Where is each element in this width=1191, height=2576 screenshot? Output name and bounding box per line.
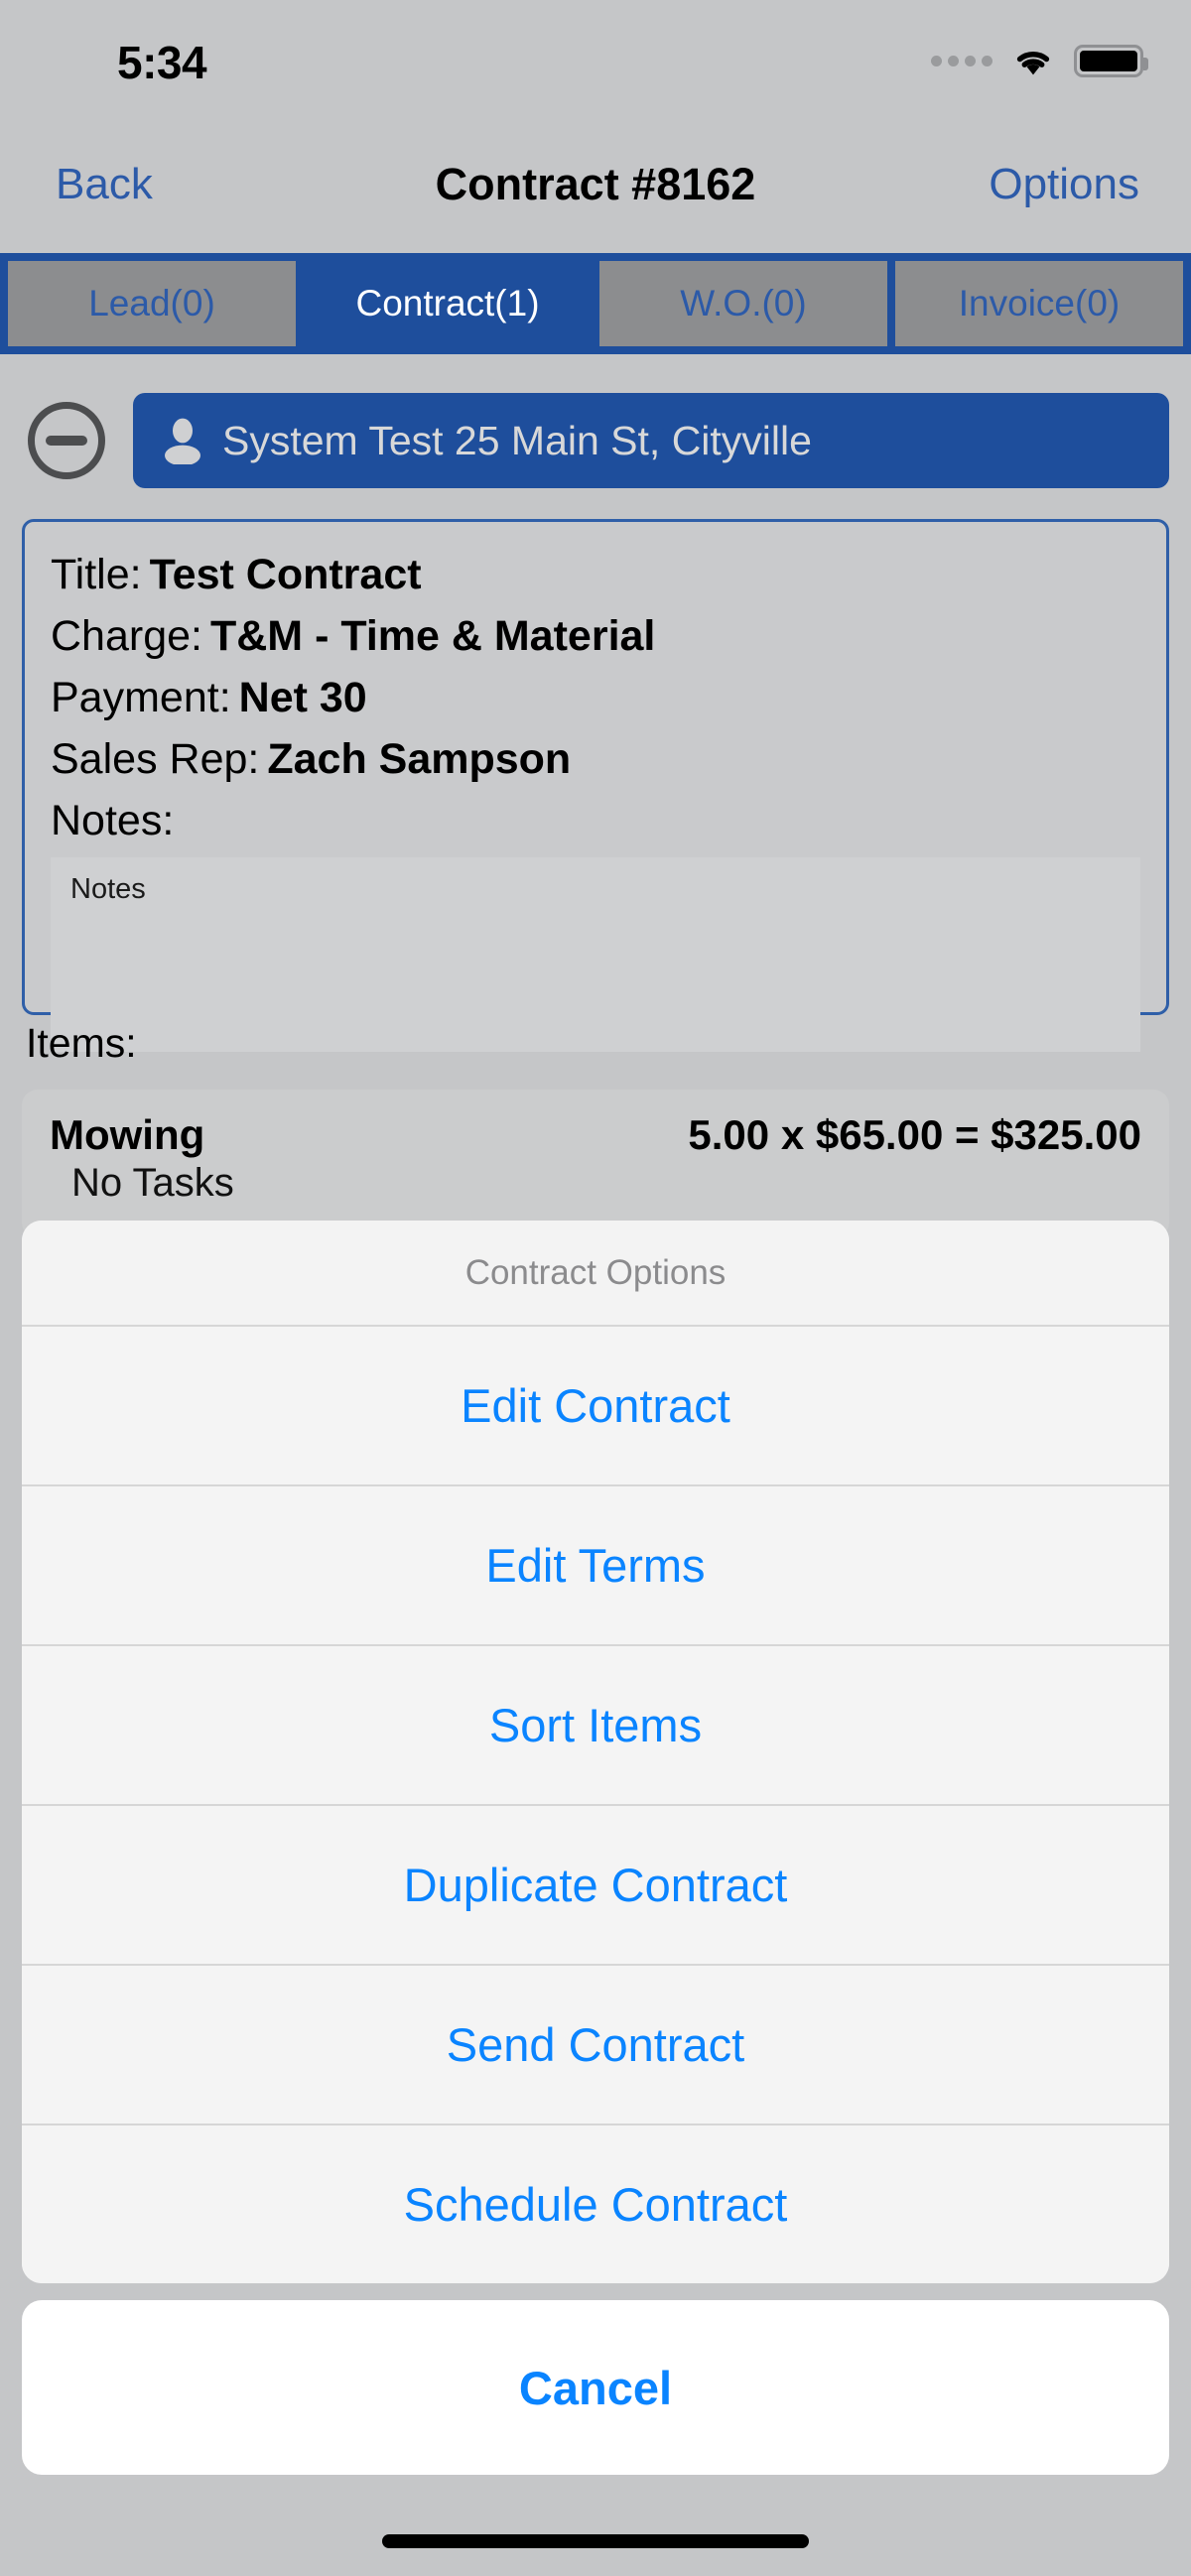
item-tasks-status: No Tasks xyxy=(71,1161,234,1205)
action-sheet-header: Contract Options xyxy=(22,1221,1169,1325)
customer-row: System Test 25 Main St, Cityville xyxy=(0,385,1191,496)
items-section-label: Items: xyxy=(26,1020,137,1066)
wifi-icon xyxy=(1016,52,1050,75)
item-list-row[interactable]: Mowing 5.00 x $65.00 = $325.00 No Tasks xyxy=(22,1090,1169,1238)
tab-invoice[interactable]: Invoice(0) xyxy=(895,261,1183,346)
action-send-contract[interactable]: Send Contract xyxy=(22,1964,1169,2124)
tab-work-order[interactable]: W.O.(0) xyxy=(599,261,887,346)
action-edit-contract[interactable]: Edit Contract xyxy=(22,1325,1169,1484)
options-button[interactable]: Options xyxy=(989,160,1139,209)
action-duplicate-contract[interactable]: Duplicate Contract xyxy=(22,1804,1169,1964)
action-sheet-title: Contract Options xyxy=(464,1252,727,1292)
detail-charge-row: Charge: T&M - Time & Material xyxy=(51,605,1140,667)
tab-lead[interactable]: Lead(0) xyxy=(8,261,296,346)
action-duplicate-contract-label: Duplicate Contract xyxy=(403,1859,788,1911)
detail-sales-rep-row: Sales Rep: Zach Sampson xyxy=(51,728,1140,790)
battery-full-icon xyxy=(1074,44,1148,77)
action-schedule-contract-label: Schedule Contract xyxy=(403,2178,788,2231)
contract-detail-card: Title: Test Contract Charge: T&M - Time & … xyxy=(22,519,1169,1052)
action-send-contract-label: Send Contract xyxy=(446,2018,745,2071)
segmented-tab-bar: Lead(0) Contract(1) W.O.(0) Invoice(0) xyxy=(0,253,1191,354)
home-indicator xyxy=(382,2534,809,2548)
detail-payment-row: Payment: Net 30 xyxy=(51,667,1140,728)
action-sort-items-label: Sort Items xyxy=(488,1699,703,1751)
action-edit-terms-label: Edit Terms xyxy=(485,1539,706,1592)
item-price: 5.00 x $65.00 = $325.00 xyxy=(688,1111,1141,1158)
cancel-button[interactable]: Cancel xyxy=(22,2300,1169,2475)
signal-dots-icon xyxy=(931,55,992,66)
minus-circle-icon[interactable] xyxy=(28,402,105,479)
status-bar: 5:34 xyxy=(0,0,1191,119)
navigation-bar: Back Contract #8162 Options xyxy=(0,119,1191,250)
detail-payment-label: Payment: xyxy=(51,674,231,721)
status-bar-time: 5:34 xyxy=(117,37,207,88)
item-main-line: Mowing 5.00 x $65.00 = $325.00 xyxy=(50,1111,1141,1159)
cancel-button-label: Cancel xyxy=(518,2361,673,2414)
detail-sales-rep-value: Zach Sampson xyxy=(267,735,572,783)
phone-screen: 5:34 Back Contract #8162 Options Lead(0)… xyxy=(0,0,1191,2576)
detail-payment-value: Net 30 xyxy=(238,674,367,721)
detail-charge-value: T&M - Time & Material xyxy=(209,612,656,660)
detail-notes-label: Notes: xyxy=(51,797,175,844)
detail-title-row: Title: Test Contract xyxy=(51,544,1140,605)
detail-sales-rep-label: Sales Rep: xyxy=(51,735,260,783)
customer-name: System Test 25 Main St, Cityville xyxy=(222,417,812,463)
notes-textarea[interactable]: Notes xyxy=(51,857,1140,1052)
customer-pill-button[interactable]: System Test 25 Main St, Cityville xyxy=(133,393,1169,488)
action-edit-terms[interactable]: Edit Terms xyxy=(22,1484,1169,1644)
action-sort-items[interactable]: Sort Items xyxy=(22,1644,1169,1804)
item-name: Mowing xyxy=(50,1111,205,1158)
status-bar-indicators xyxy=(931,44,1148,77)
notes-value: Notes xyxy=(70,873,146,905)
detail-charge-label: Charge: xyxy=(51,612,202,660)
person-icon xyxy=(165,418,200,464)
tab-contract[interactable]: Contract(1) xyxy=(304,261,592,346)
action-schedule-contract[interactable]: Schedule Contract xyxy=(22,2124,1169,2283)
action-edit-contract-label: Edit Contract xyxy=(461,1379,730,1432)
detail-title-label: Title: xyxy=(51,551,142,598)
action-sheet: Contract Options Edit Contract Edit Term… xyxy=(22,1221,1169,2283)
detail-title-value: Test Contract xyxy=(149,551,422,598)
